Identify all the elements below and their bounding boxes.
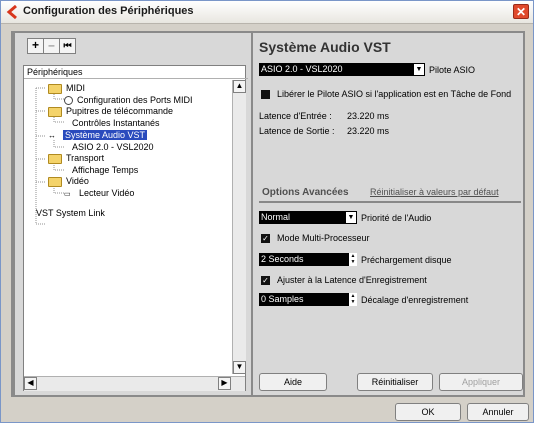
adjust-latency-label: Ajuster à la Latence d'Enregistrement: [277, 275, 427, 285]
audio-priority-select[interactable]: Normal ▼: [259, 211, 357, 224]
multiprocessor-label: Mode Multi-Processeur: [277, 233, 370, 243]
remove-device-button[interactable]: –: [43, 38, 60, 54]
add-device-button[interactable]: +: [27, 38, 44, 54]
scroll-left-icon[interactable]: ◀: [24, 377, 37, 390]
tree-item-time-display[interactable]: Affichage Temps: [72, 165, 138, 176]
tree-horizontal-scrollbar[interactable]: ◀ ▶: [24, 376, 245, 391]
tree-item-asio-driver[interactable]: ASIO 2.0 - VSL2020: [72, 142, 154, 153]
apply-button[interactable]: Appliquer: [439, 373, 523, 391]
adjust-latency-checkbox[interactable]: ✓: [261, 276, 270, 285]
cancel-button[interactable]: Annuler: [467, 403, 529, 421]
folder-icon: [48, 153, 62, 164]
spinner-arrows-icon[interactable]: ▲ ▼: [349, 253, 357, 266]
input-latency-value: 23.220 ms: [347, 111, 390, 121]
tree-item-quick-controls[interactable]: Contrôles Instantanés: [72, 118, 160, 129]
device-tree: Périphériques MIDI Configuration des Por…: [23, 65, 248, 391]
close-button[interactable]: ✕: [513, 4, 529, 19]
advanced-options-title: Options Avancées: [262, 187, 349, 198]
divider: [259, 201, 521, 203]
help-button[interactable]: Aide: [259, 373, 327, 391]
record-offset-stepper[interactable]: 0 Samples ▲ ▼: [259, 293, 357, 306]
release-driver-checkbox[interactable]: [261, 90, 270, 99]
reset-device-button[interactable]: ⏮: [59, 38, 76, 54]
folder-icon: [48, 106, 62, 117]
tree-item-remote-devices[interactable]: Pupitres de télécommande: [48, 106, 173, 117]
tree-item-video[interactable]: Vidéo: [48, 176, 89, 187]
device-setup-window: Configuration des Périphériques ✕ + – ⏮ …: [0, 0, 534, 423]
tree-item-midi-ports[interactable]: Configuration des Ports MIDI: [64, 95, 193, 106]
midi-port-icon: [64, 96, 73, 106]
disk-preload-stepper[interactable]: 2 Seconds ▲ ▼: [259, 253, 357, 266]
record-offset-label: Décalage d'enregistrement: [361, 295, 469, 305]
chevron-down-icon: ▼: [346, 212, 356, 223]
disk-preload-label: Préchargement disque: [361, 255, 452, 265]
ok-button[interactable]: OK: [395, 403, 461, 421]
scroll-down-icon[interactable]: ▼: [233, 361, 246, 374]
audio-priority-label: Priorité de l'Audio: [361, 213, 432, 223]
reset-defaults-link[interactable]: Réinitialiser à valeurs par défaut: [370, 187, 499, 198]
window-title: Configuration des Périphériques: [23, 5, 194, 17]
reset-button[interactable]: Réinitialiser: [357, 373, 433, 391]
input-latency-label: Latence d'Entrée :: [259, 111, 332, 121]
release-driver-label: Libérer le Pilote ASIO si l'application …: [277, 89, 512, 99]
multiprocessor-checkbox[interactable]: ✓: [261, 234, 270, 243]
video-player-icon: ▭: [64, 191, 71, 198]
scroll-right-icon[interactable]: ▶: [218, 377, 231, 390]
tree-item-video-player[interactable]: ▭ Lecteur Vidéo: [64, 188, 134, 200]
asio-driver-label: Pilote ASIO: [429, 65, 476, 75]
folder-icon: [48, 83, 62, 94]
tree-item-transport[interactable]: Transport: [48, 153, 104, 164]
scroll-up-icon[interactable]: ▲: [233, 80, 246, 93]
output-latency-label: Latence de Sortie :: [259, 126, 335, 136]
output-latency-value: 23.220 ms: [347, 126, 390, 136]
title-bar: Configuration des Périphériques ✕: [1, 1, 533, 24]
tree-item-midi[interactable]: MIDI: [48, 83, 85, 94]
vst-audio-icon: ↔: [48, 131, 56, 140]
tree-item-vst-system-link[interactable]: VST System Link: [36, 208, 105, 219]
page-title: Système Audio VST: [259, 39, 391, 55]
tree-item-vst-audio-system[interactable]: ↔ Système Audio VST: [48, 130, 148, 141]
folder-icon: [48, 176, 62, 187]
chevron-down-icon: ▼: [414, 64, 424, 75]
asio-driver-select[interactable]: ASIO 2.0 - VSL2020 ▼: [259, 63, 425, 76]
spinner-arrows-icon[interactable]: ▲ ▼: [349, 293, 357, 306]
tree-vertical-scrollbar[interactable]: ▲ ▼: [232, 80, 246, 374]
cubase-logo-icon: [6, 5, 17, 19]
